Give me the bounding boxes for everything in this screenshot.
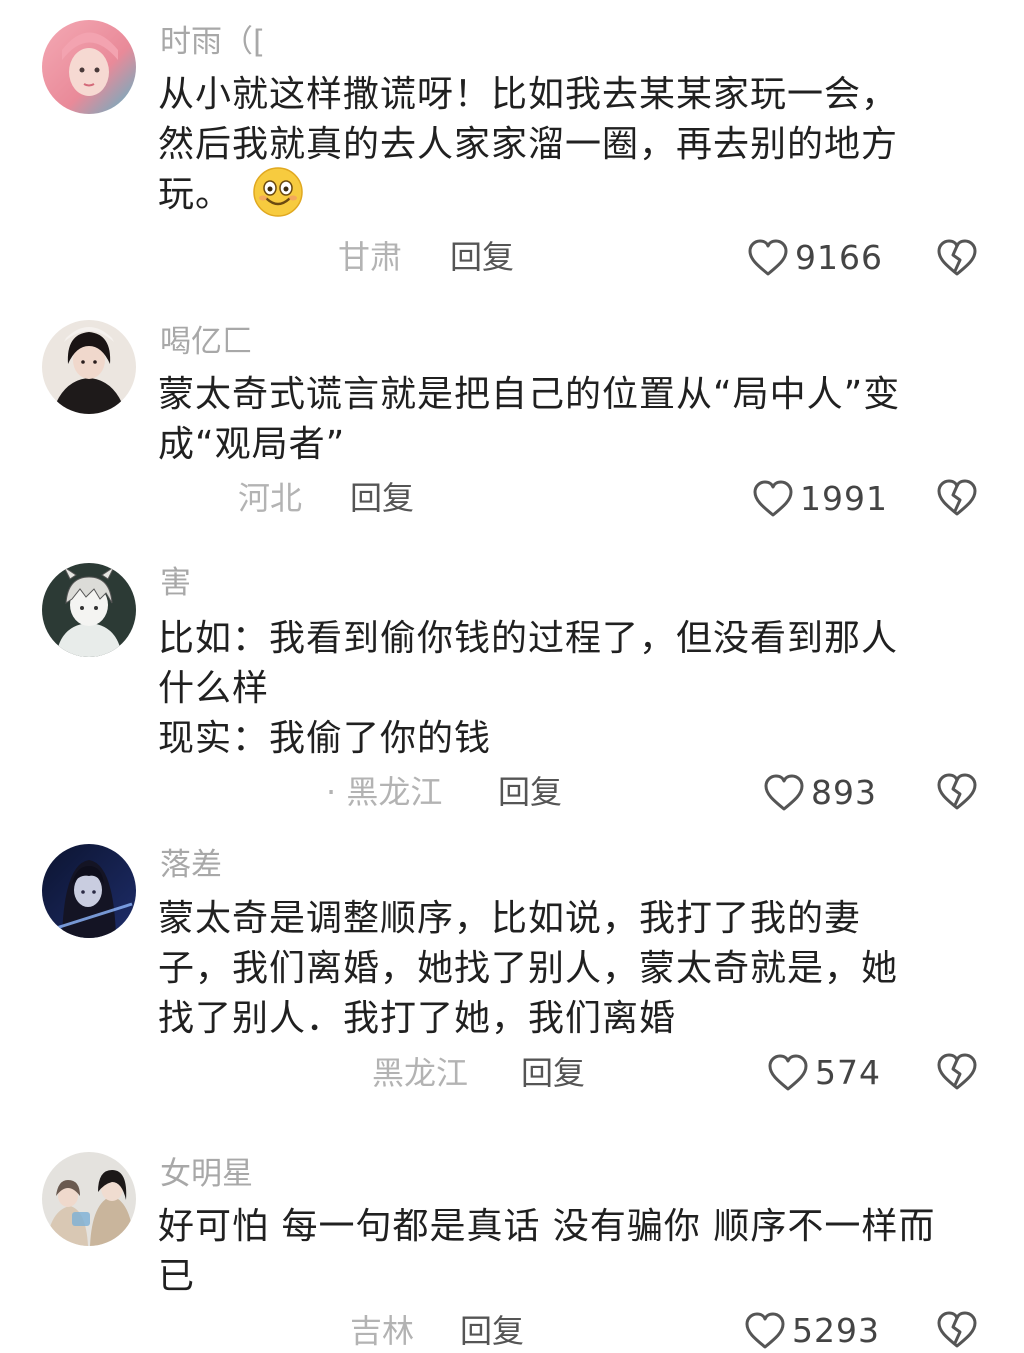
like-count: 574 (815, 1053, 881, 1092)
comment-line: 蒙太奇式谎言就是把自己的位置从“局中人”变 (158, 374, 901, 415)
avatar[interactable] (42, 563, 136, 657)
reply-button[interactable]: 回复 (460, 1311, 524, 1351)
comment-text: 蒙太奇式谎言就是把自己的位置从“局中人”变 成“观局者” (158, 370, 988, 470)
username[interactable]: 女明星 (160, 1154, 253, 1194)
comment-line: 蒙太奇是调整顺序，比如说，我打了我的妻 (158, 898, 862, 939)
avatar[interactable] (42, 844, 136, 938)
broken-heart-icon[interactable] (936, 238, 978, 278)
heart-outline-icon (748, 239, 788, 276)
broken-heart-icon[interactable] (936, 1310, 978, 1350)
reply-button[interactable]: 回复 (450, 237, 514, 277)
reply-button[interactable]: 回复 (498, 772, 562, 812)
like-count: 5293 (792, 1311, 880, 1350)
broken-heart-icon[interactable] (936, 772, 978, 812)
location-label: 吉林 (350, 1312, 415, 1350)
username[interactable]: 落差 (160, 845, 222, 885)
avatar[interactable] (42, 20, 136, 114)
comment-line: 从小就这样撒谎呀！比如我去某某家玩一会， (158, 74, 899, 115)
comment-text: 蒙太奇是调整顺序，比如说，我打了我的妻 子，我们离婚，她找了别人，蒙太奇就是，她… (158, 894, 988, 1044)
like-count: 893 (811, 773, 877, 812)
comment-line: 找了别人．我打了她，我们离婚 (158, 998, 677, 1039)
comment-line: 成“观局者” (158, 424, 346, 465)
avatar[interactable] (42, 1152, 136, 1246)
like-button[interactable]: 1991 (752, 477, 888, 521)
comment-line: 比如：我看到偷你钱的过程了，但没看到那人 (158, 618, 899, 659)
broken-heart-icon[interactable] (936, 1052, 978, 1092)
location-label: 河北 (238, 479, 303, 517)
comment-line: 好可怕 每一句都是真话 没有骗你 顺序不一样而 (158, 1206, 936, 1247)
location-label: · 黑龙江 (326, 773, 443, 811)
reply-button[interactable]: 回复 (521, 1053, 585, 1093)
comment-text: 从小就这样撒谎呀！比如我去某某家玩一会， 然后我就真的去人家家溜一圈，再去别的地… (158, 70, 988, 220)
comment-line: 现实：我偷了你的钱 (158, 718, 492, 759)
like-button[interactable]: 5293 (744, 1309, 880, 1353)
like-button[interactable]: 9166 (747, 236, 883, 280)
like-count: 1991 (800, 479, 888, 518)
heart-outline-icon (753, 480, 793, 517)
comment-line: 然后我就真的去人家家溜一圈，再去别的地方 (158, 124, 899, 165)
heart-outline-icon (768, 1054, 808, 1091)
like-count: 9166 (795, 238, 883, 277)
comment-line: 子，我们离婚，她找了别人，蒙太奇就是，她 (158, 948, 899, 989)
username[interactable]: 时雨（[ (160, 22, 265, 62)
broken-heart-icon[interactable] (936, 478, 978, 518)
comment-line: 已 (158, 1256, 196, 1297)
username[interactable]: 喝亿匚 (160, 322, 253, 362)
like-button[interactable]: 574 (767, 1051, 881, 1095)
avatar[interactable] (42, 320, 136, 414)
comment-text: 比如：我看到偷你钱的过程了，但没看到那人 什么样 现实：我偷了你的钱 (158, 614, 988, 764)
smiling-face-emoji (253, 167, 303, 217)
username[interactable]: 害 (160, 563, 191, 603)
location-label: 甘肃 (338, 238, 403, 276)
like-button[interactable]: 893 (763, 771, 877, 815)
comment-text: 好可怕 每一句都是真话 没有骗你 顺序不一样而 已 (158, 1202, 988, 1302)
heart-outline-icon (745, 1312, 785, 1349)
location-label: 黑龙江 (372, 1054, 469, 1092)
comment-line-text: 玩。 (158, 174, 233, 215)
heart-outline-icon (764, 774, 804, 811)
reply-button[interactable]: 回复 (350, 478, 414, 518)
comment-line: 什么样 (158, 668, 270, 709)
comment-line: 玩。 (158, 167, 988, 220)
